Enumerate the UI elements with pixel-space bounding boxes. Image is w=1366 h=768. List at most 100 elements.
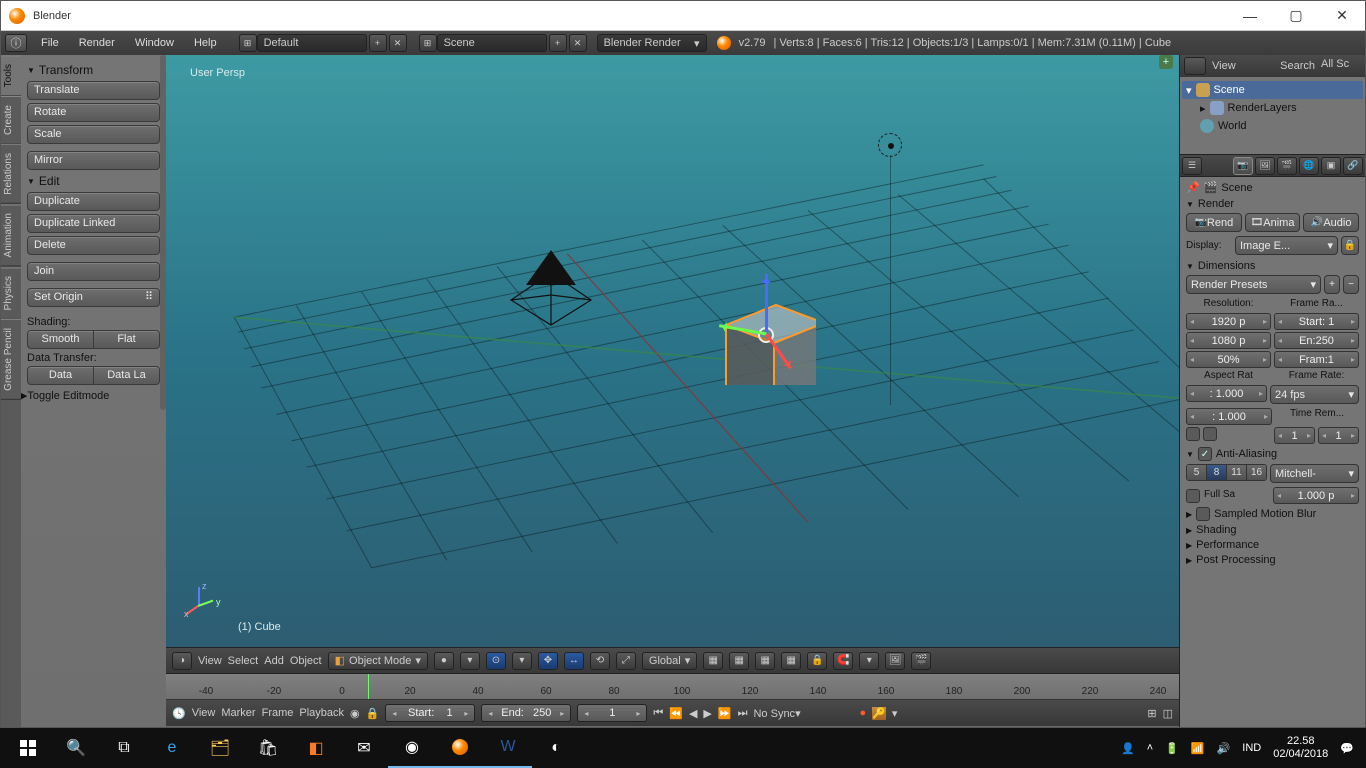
xampp-icon[interactable]: ◧ (292, 728, 340, 768)
tab-tools[interactable]: Tools (1, 55, 21, 96)
tab-relations[interactable]: Relations (1, 144, 21, 204)
duplicate-button[interactable]: Duplicate (27, 192, 160, 211)
panel-render[interactable]: Render (1186, 198, 1359, 210)
tree-scene[interactable]: ▾Scene (1182, 81, 1363, 99)
explorer-icon[interactable]: 🗂 (196, 728, 244, 768)
editor-type-icon[interactable]: ◑ (172, 652, 192, 670)
del-screen-button[interactable]: ✕ (389, 34, 407, 52)
panel-edit[interactable]: Edit (27, 174, 160, 188)
select-menu[interactable]: Select (228, 655, 259, 667)
display-dropdown[interactable]: Image E...▾ (1235, 236, 1338, 255)
aa-filter-dropdown[interactable]: Mitchell-▾ (1270, 464, 1359, 483)
transform-gizmo[interactable] (758, 327, 774, 343)
minimize-button[interactable]: — (1227, 1, 1273, 31)
delete-button[interactable]: Delete (27, 236, 160, 255)
shading-solid-icon[interactable]: ● (434, 652, 454, 670)
timeline-editor-icon[interactable]: 🕓 (172, 707, 186, 720)
ctx-renderlayers-tab[interactable]: 🖼 (1255, 157, 1275, 175)
ctx-render-tab[interactable]: 📷 (1233, 157, 1253, 175)
fps-dropdown[interactable]: 24 fps▾ (1270, 385, 1359, 404)
manip-scale-icon[interactable]: ⤢ (616, 652, 636, 670)
del-scene-button[interactable]: ✕ (569, 34, 587, 52)
lamp-object[interactable] (878, 133, 902, 157)
outliner-search[interactable]: Search (1280, 60, 1315, 72)
preset-add-button[interactable]: + (1324, 275, 1340, 294)
start-button[interactable] (4, 728, 52, 768)
chrome-icon[interactable]: ◉ (388, 728, 436, 768)
panel-dimensions[interactable]: Dimensions (1186, 260, 1359, 272)
audio-button[interactable]: 🔊Audio (1303, 213, 1359, 232)
current-frame-field[interactable]: ◂1▸ (577, 704, 647, 722)
res-pct-field[interactable]: ◂50%▸ (1186, 351, 1271, 368)
render-engine-dropdown[interactable]: Blender Render▾ (597, 34, 707, 52)
tl-playback[interactable]: Playback (299, 707, 344, 719)
screen-layout-field[interactable]: Default (257, 34, 367, 52)
aa-samples-segment[interactable]: 581116 (1186, 464, 1267, 481)
battery-icon[interactable]: 🔋 (1165, 742, 1179, 755)
store-icon[interactable]: 🛍 (244, 728, 292, 768)
snap-type-icon[interactable]: ▾ (859, 652, 879, 670)
smb-checkbox[interactable] (1196, 507, 1210, 521)
preset-del-button[interactable]: − (1343, 275, 1359, 294)
jump-end-icon[interactable]: ⏭ (738, 707, 748, 720)
menu-window[interactable]: Window (125, 37, 184, 49)
duplicate-linked-button[interactable]: Duplicate Linked (27, 214, 160, 233)
end-frame-field[interactable]: ◂End: 250▸ (481, 704, 571, 722)
lang-indicator[interactable]: IND (1242, 742, 1261, 754)
pivot-more[interactable]: ▾ (512, 652, 532, 670)
camera-object[interactable] (496, 245, 616, 345)
fullsample-checkbox[interactable] (1186, 489, 1200, 503)
maximize-button[interactable]: ▢ (1273, 1, 1319, 31)
orientation-dropdown[interactable]: Global▾ (642, 652, 697, 670)
menu-render[interactable]: Render (69, 37, 125, 49)
frame-start-field[interactable]: ◂Start: 1▸ (1274, 313, 1359, 330)
tl-extra-1[interactable]: ⊞ (1147, 707, 1156, 720)
frame-step-field[interactable]: ◂Fram:1▸ (1274, 351, 1359, 368)
tl-view[interactable]: View (192, 707, 216, 719)
set-origin-dropdown[interactable]: Set Origin⠿ (27, 288, 160, 307)
menu-file[interactable]: File (31, 37, 69, 49)
mirror-button[interactable]: Mirror (27, 151, 160, 170)
render-anim-icon[interactable]: 🎬 (911, 652, 931, 670)
tab-grease-pencil[interactable]: Grease Pencil (1, 319, 21, 400)
object-menu[interactable]: Object (290, 655, 322, 667)
shading-buttons[interactable]: SmoothFlat (27, 330, 160, 349)
tab-create[interactable]: Create (1, 96, 21, 144)
manip-rotate-icon[interactable]: ⟲ (590, 652, 610, 670)
panel-shading[interactable]: Shading (1186, 524, 1359, 536)
panel-smb[interactable]: Sampled Motion Blur (1186, 507, 1359, 521)
layers-2[interactable]: ▦ (729, 652, 749, 670)
manip-translate-icon[interactable]: ↔ (564, 652, 584, 670)
obs-icon[interactable]: ◐ (532, 728, 580, 768)
rotate-button[interactable]: Rotate (27, 103, 160, 122)
res-y-field[interactable]: ◂1080 p▸ (1186, 332, 1271, 349)
tl-rec1[interactable]: ◉ (350, 707, 360, 720)
clock[interactable]: 22.5802/04/2018 (1273, 735, 1328, 761)
tl-marker[interactable]: Marker (221, 707, 255, 719)
add-screen-button[interactable]: + (369, 34, 387, 52)
layers-1[interactable]: ▦ (703, 652, 723, 670)
keying-more-icon[interactable]: ▾ (892, 707, 898, 720)
add-menu[interactable]: Add (264, 655, 284, 667)
word-icon[interactable]: W (484, 728, 532, 768)
outliner-view[interactable]: View (1212, 60, 1236, 72)
timeline-ruler[interactable]: -40-200204060801001201401601802002202402… (166, 674, 1179, 700)
volume-icon[interactable]: 🔊 (1217, 742, 1231, 755)
start-frame-field[interactable]: ◂Start: 1▸ (385, 704, 475, 722)
gizmo-z-axis[interactable] (765, 274, 768, 334)
people-icon[interactable]: 👤 (1121, 742, 1135, 755)
close-button[interactable]: ✕ (1319, 1, 1365, 31)
view-menu[interactable]: View (198, 655, 222, 667)
render-preview-icon[interactable]: 🖼 (885, 652, 905, 670)
data-transfer-buttons[interactable]: DataData La (27, 366, 160, 385)
shading-more-icon[interactable]: ▾ (460, 652, 480, 670)
3d-viewport[interactable]: + User Persp (1) Cube (166, 55, 1179, 647)
panel-toggle-editmode[interactable]: ▶ Toggle Editmode (21, 389, 160, 402)
border-checkbox[interactable] (1186, 427, 1200, 441)
play-rev-icon[interactable]: ◀ (689, 707, 697, 720)
mode-dropdown[interactable]: ◧Object Mode▾ (328, 652, 428, 670)
scene-field[interactable]: Scene (437, 34, 547, 52)
play-icon[interactable]: ▶ (703, 707, 711, 720)
edge-icon[interactable]: e (148, 728, 196, 768)
frame-end-field[interactable]: ◂En:250▸ (1274, 332, 1359, 349)
